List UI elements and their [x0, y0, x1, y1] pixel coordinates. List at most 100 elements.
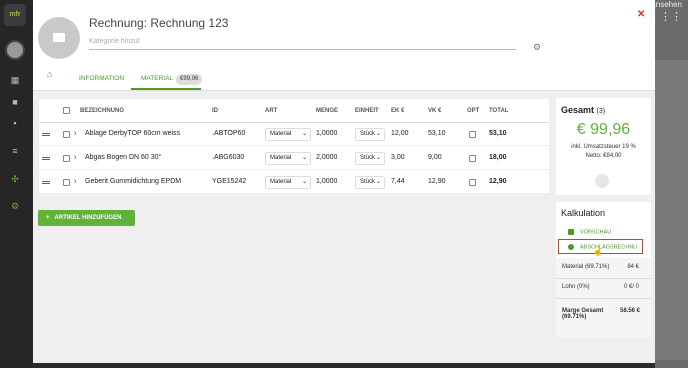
row-checkbox[interactable] — [63, 155, 70, 162]
row-vk[interactable]: 53,10 — [428, 130, 446, 137]
drag-handle-icon[interactable] — [42, 157, 50, 160]
preview-option[interactable]: VORSCHAU — [568, 229, 611, 235]
tab-material[interactable]: MATERIAL €99,96 — [131, 68, 203, 90]
total-title: Gesamt (3) — [561, 105, 605, 115]
select-all-checkbox[interactable] — [63, 107, 70, 114]
calculation-rows: Material (69.71%) 84 € Lohn (0%) 0 €/ 0 Ma… — [556, 258, 651, 337]
briefcase-avatar-icon — [38, 17, 80, 59]
preview-label: VORSCHAU — [580, 229, 612, 236]
einheit-value: Stück — [360, 179, 376, 185]
gear-icon[interactable]: ⚙ — [533, 42, 541, 53]
table-row[interactable]: › Ablage DerbyTOP 60cm weiss .ABTOP60 Ma… — [39, 123, 549, 146]
total-title-text: Gesamt — [561, 105, 595, 115]
dashboard-icon[interactable]: ▪ — [10, 119, 20, 128]
art-select[interactable]: Material ⌄ — [265, 128, 311, 141]
col-ek: EK € — [391, 108, 405, 114]
col-menge: MENGE — [316, 108, 339, 114]
col-art: ART — [265, 108, 278, 114]
drag-handle-icon[interactable] — [42, 133, 50, 136]
row-total: 53,10 — [489, 130, 507, 137]
user-avatar[interactable] — [5, 40, 25, 60]
row-menge[interactable]: 2,0000 — [316, 154, 337, 161]
einheit-select[interactable]: Stück ⌄ — [355, 128, 385, 141]
row-total: 12,90 — [489, 178, 507, 185]
row-checkbox[interactable] — [63, 179, 70, 186]
chevron-down-icon: ⌄ — [375, 155, 381, 161]
info-circle-icon[interactable] — [595, 174, 609, 188]
art-select[interactable]: Material ⌄ — [265, 152, 311, 165]
einheit-value: Stück — [360, 131, 376, 137]
art-select[interactable]: Material ⌄ — [265, 176, 311, 189]
expand-chevron-icon[interactable]: › — [74, 178, 76, 185]
col-total: TOTAL — [489, 108, 509, 114]
row-ek[interactable]: 3,00 — [391, 154, 405, 161]
material-total-badge: €99,96 — [176, 74, 203, 85]
einheit-value: Stück — [360, 155, 376, 161]
row-ek[interactable]: 7,44 — [391, 178, 405, 185]
table-header: BEZEICHNUNG ID ART MENGE EINHEIT EK € VK… — [39, 99, 549, 123]
row-id[interactable]: .ABG6030 — [212, 154, 244, 161]
calendar-icon[interactable]: ▦ — [10, 76, 20, 85]
chevron-down-icon: ⌄ — [375, 179, 381, 185]
sliders-icon[interactable]: ≡ — [10, 147, 20, 156]
row-vk[interactable]: 9,00 — [428, 154, 442, 161]
einheit-select[interactable]: Stück ⌄ — [355, 176, 385, 189]
col-bezeichnung: BEZEICHNUNG — [80, 108, 125, 114]
opt-checkbox[interactable] — [469, 179, 476, 186]
mouse-cursor-icon: ☝ — [593, 247, 603, 256]
row-checkbox[interactable] — [63, 131, 70, 138]
chevron-down-icon: ⌄ — [375, 131, 381, 137]
expand-chevron-icon[interactable]: › — [74, 154, 76, 161]
tab-material-label: MATERIAL — [141, 75, 174, 82]
settings-icon[interactable]: ⚙ — [10, 202, 20, 211]
invoice-modal: Rechnung: Rechnung 123 Kategorie hinzuf … — [33, 0, 655, 363]
einheit-select[interactable]: Stück ⌄ — [355, 152, 385, 165]
opt-checkbox[interactable] — [469, 131, 476, 138]
tax-info: inkl. Umsatzsteuer 19 % — [571, 144, 636, 150]
background-app — [655, 0, 688, 368]
modal-header: Rechnung: Rechnung 123 Kategorie hinzuf … — [33, 0, 655, 91]
calc-label: Material (69.71%) — [562, 264, 610, 270]
calc-label: Lohn (0%) — [562, 284, 590, 290]
modal-title: Rechnung: Rechnung 123 — [89, 16, 229, 30]
background-panel — [655, 60, 688, 360]
total-amount: € 99,96 — [576, 121, 631, 138]
category-input[interactable]: Kategorie hinzuf — [89, 38, 516, 50]
briefcase-icon[interactable]: ■ — [10, 98, 20, 107]
calc-label: Marge Gesamt (69.71%) — [562, 308, 604, 320]
divider — [556, 298, 651, 299]
fan-icon[interactable]: ✣ — [10, 175, 20, 184]
drag-handle-icon[interactable] — [42, 181, 50, 184]
app-sidebar: mfr ▦ ■ ▪ ≡ ✣ ⚙ — [0, 0, 32, 368]
art-value: Material — [270, 131, 292, 137]
row-id[interactable]: .ABTOP60 — [212, 130, 245, 137]
table-row[interactable]: › Abgas Bogen DN 60 30° .ABG6030 Materia… — [39, 147, 549, 170]
chevron-down-icon: ⌄ — [301, 131, 307, 137]
calc-row-lohn: Lohn (0%) 0 €/ 0 — [562, 284, 647, 290]
divider — [556, 278, 651, 279]
table-row[interactable]: › Geberit Gummidichtung EPDM YGE15242 Ma… — [39, 171, 549, 194]
row-id[interactable]: YGE15242 — [212, 178, 246, 185]
row-ek[interactable]: 12,00 — [391, 130, 409, 137]
expand-chevron-icon[interactable]: › — [74, 130, 76, 137]
preview-icon — [568, 229, 574, 235]
row-name: Abgas Bogen DN 60 30° — [85, 154, 162, 161]
home-icon[interactable]: ⌂ — [47, 69, 52, 79]
opt-checkbox[interactable] — [469, 155, 476, 162]
row-name: Geberit Gummidichtung EPDM — [85, 178, 182, 185]
close-icon[interactable]: ✕ — [637, 9, 645, 20]
calc-row-marge: Marge Gesamt (69.71%) — [562, 308, 622, 320]
calc-value: 58.56 € — [620, 308, 641, 314]
add-article-button[interactable]: + ARTIKEL HINZUFÜGEN — [38, 210, 135, 226]
row-menge[interactable]: 1,0000 — [316, 178, 337, 185]
row-total: 18,00 — [489, 154, 507, 161]
col-vk: VK € — [428, 108, 442, 114]
row-vk[interactable]: 12,90 — [428, 178, 446, 185]
app-logo[interactable]: mfr — [4, 4, 26, 26]
chevron-down-icon: ⌄ — [301, 179, 307, 185]
calc-row-marge-value: 58.56 € — [620, 308, 644, 314]
row-menge[interactable]: 1,0000 — [316, 130, 337, 137]
tab-information[interactable]: INFORMATION — [79, 68, 124, 90]
col-opt: OPT — [467, 108, 480, 114]
dollar-icon — [568, 244, 574, 250]
